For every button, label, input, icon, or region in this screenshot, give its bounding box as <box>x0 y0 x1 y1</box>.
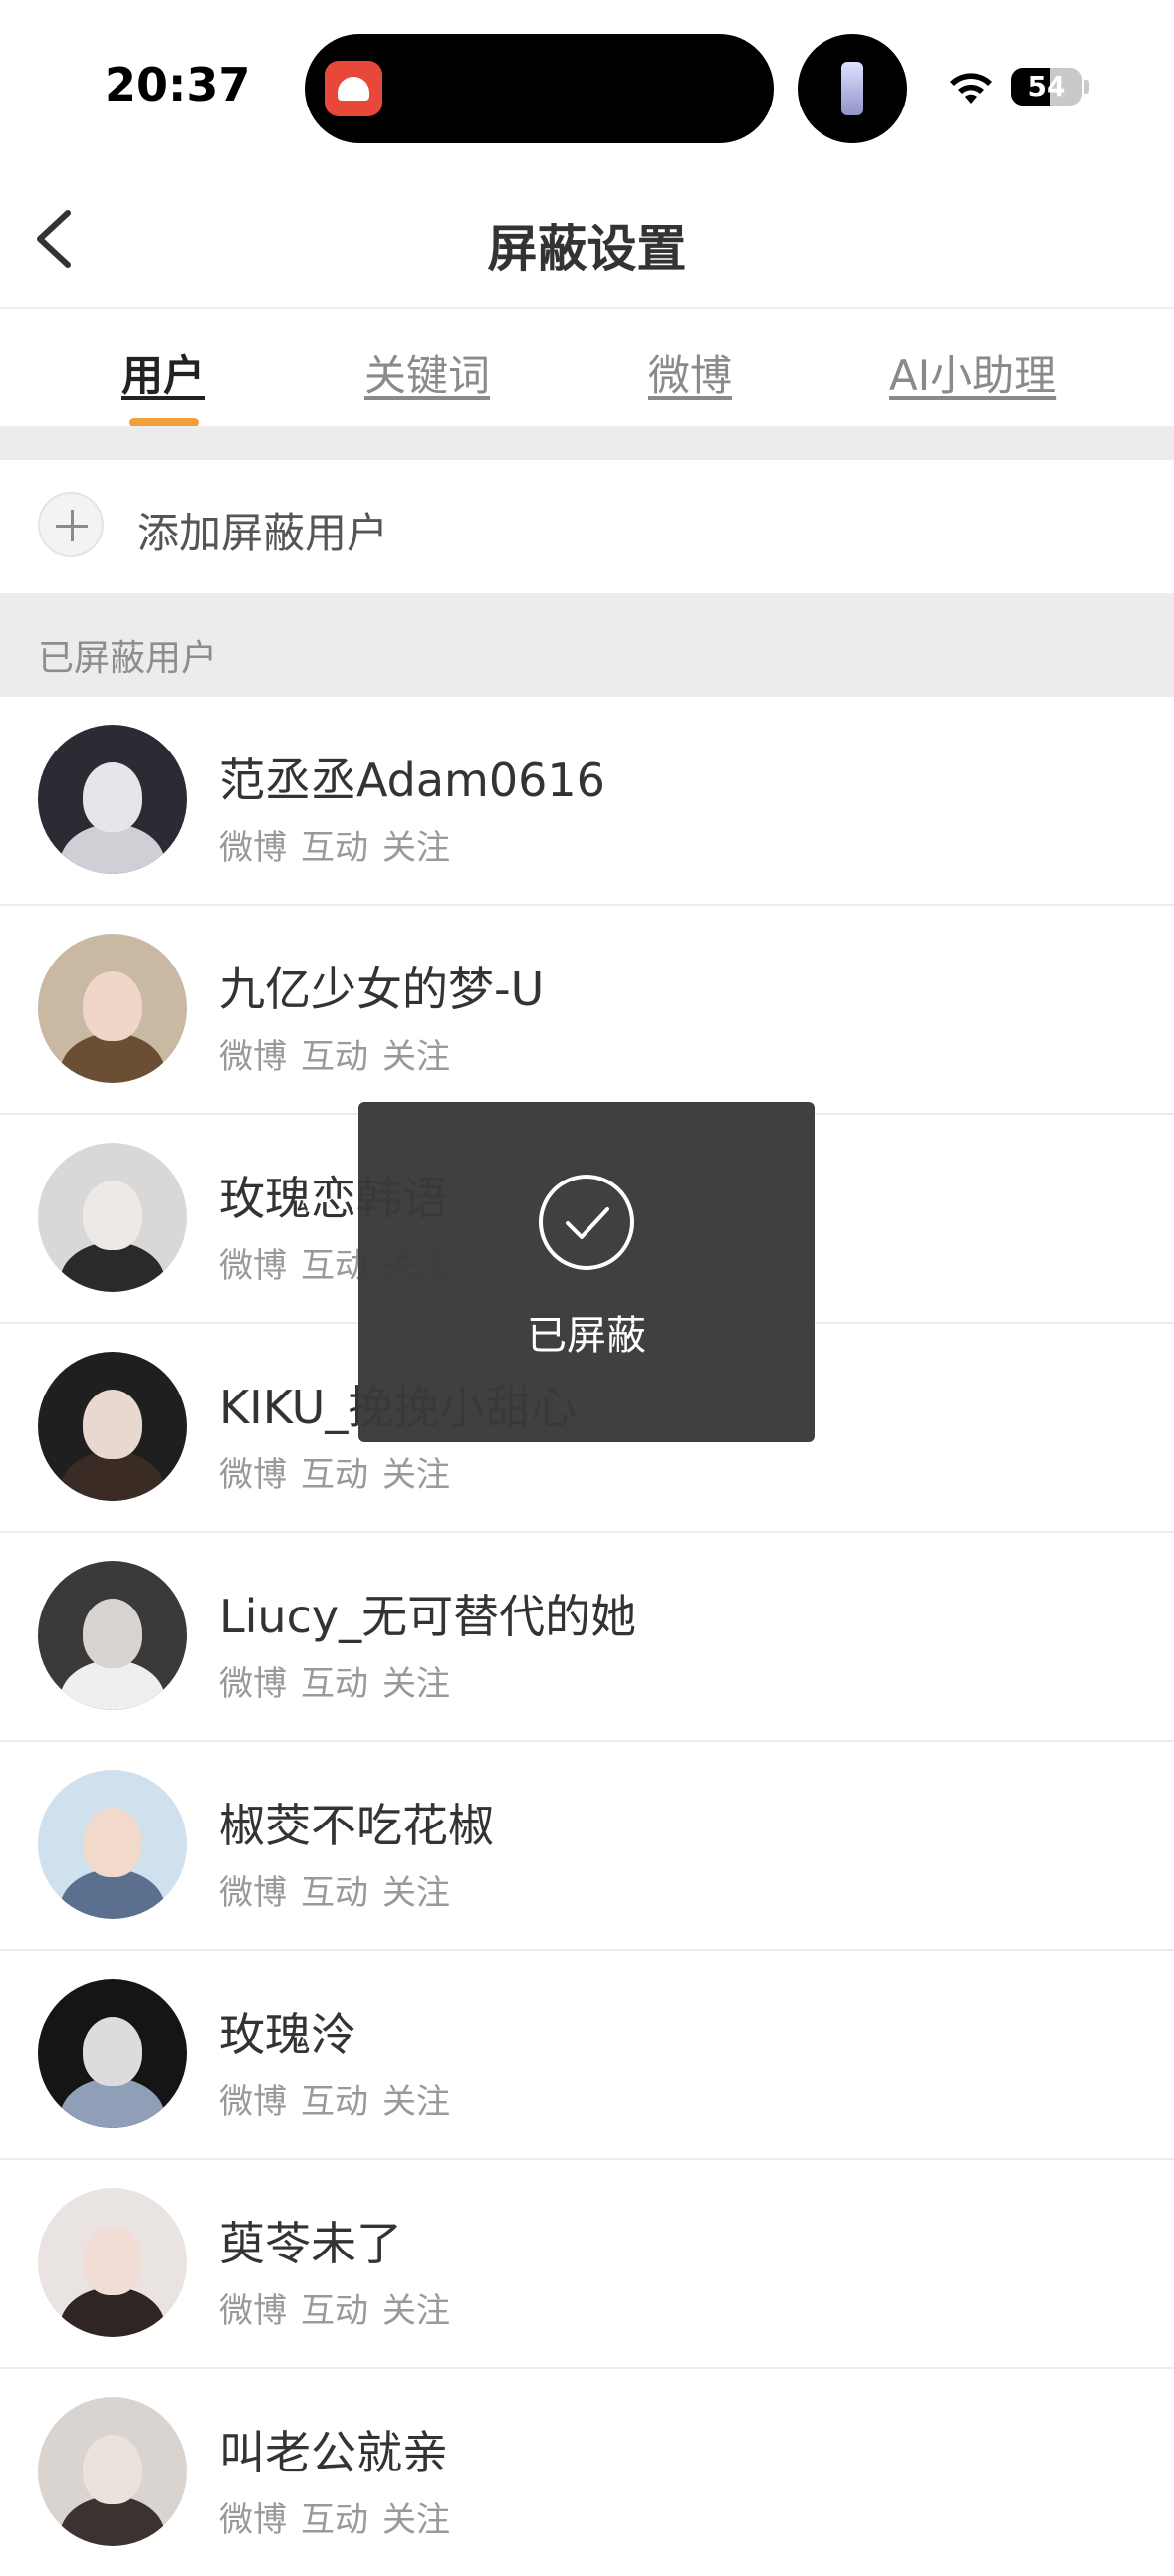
user-meta: 微博互动关注 <box>219 1029 450 1078</box>
tab-ai-assistant[interactable]: AI小助理 <box>889 342 1056 403</box>
section-divider <box>0 426 1174 460</box>
user-meta-tag: 关注 <box>382 2082 450 2122</box>
plus-icon <box>38 492 104 557</box>
user-meta-tag: 关注 <box>382 1873 450 1913</box>
user-meta: 微博互动关注 <box>219 2283 450 2332</box>
tab-keywords[interactable]: 关键词 <box>364 342 490 403</box>
avatar-face <box>83 1181 142 1250</box>
user-meta-tag: 关注 <box>382 2291 450 2331</box>
check-circle-icon <box>539 1175 634 1270</box>
user-row[interactable]: 椒茭不吃花椒微博 互动 关注 <box>0 1740 1174 1949</box>
user-meta-tag: 关注 <box>382 1455 450 1495</box>
avatar-face <box>83 762 142 832</box>
user-meta-tag: 微博 <box>219 1664 287 1704</box>
avatar-face <box>83 1808 142 1877</box>
user-meta-tag: 互动 <box>301 1873 368 1913</box>
user-meta-tag: 微博 <box>219 1246 287 1286</box>
wifi-icon <box>950 73 992 104</box>
avatar-face <box>83 971 142 1041</box>
avatar-face <box>83 2017 142 2086</box>
battery-icon: 54 <box>1011 68 1082 106</box>
section-header-label: 已屏蔽用户 <box>38 638 218 679</box>
avatar[interactable] <box>38 1979 187 2128</box>
user-meta-tag: 微博 <box>219 828 287 868</box>
add-blocked-user-label: 添加屏蔽用户 <box>137 509 389 557</box>
avatar[interactable] <box>38 1352 187 1501</box>
user-meta: 微博互动关注 <box>219 1447 450 1496</box>
avatar[interactable] <box>38 1143 187 1292</box>
avatar-face <box>83 1390 142 1459</box>
user-name: 椒茭不吃花椒 <box>219 1799 494 1852</box>
avatar-face <box>83 2226 142 2295</box>
status-time: 20:37 <box>105 58 251 111</box>
avatar[interactable] <box>38 1561 187 1710</box>
avatar[interactable] <box>38 725 187 874</box>
user-row[interactable]: 萸苓未了微博 互动 关注 <box>0 2158 1174 2367</box>
user-meta-tag: 互动 <box>301 828 368 868</box>
add-blocked-user-button[interactable]: 添加屏蔽用户 <box>0 460 1174 593</box>
user-meta: 微博互动关注 <box>219 2074 450 2123</box>
tab-users[interactable]: 用户 <box>121 342 205 403</box>
battery-level: 54 <box>1027 70 1066 103</box>
user-name: Liucy_无可替代的她 <box>219 1590 637 1643</box>
blocked-user-list: 范丞丞Adam0616 微博 互动 关注 九亿少女的梦-U 微博 互动 关注 玫瑰恋韩语 微博 互动… <box>0 695 1174 2576</box>
user-meta-tag: 互动 <box>301 2082 368 2122</box>
user-meta: 微博互动关注 <box>219 1656 450 1705</box>
avatar[interactable] <box>38 2188 187 2337</box>
avatar[interactable] <box>38 1770 187 1919</box>
nav-bar: 屏蔽设置 <box>0 169 1174 309</box>
user-meta-tag: 微博 <box>219 2500 287 2540</box>
user-meta-tag: 关注 <box>382 1664 450 1704</box>
status-bar: 20:37 54 <box>0 0 1174 169</box>
user-meta-tag: 互动 <box>301 1455 368 1495</box>
flashlight-icon[interactable] <box>798 34 907 143</box>
tab-weibo[interactable]: 微博 <box>648 342 732 403</box>
toast: 已屏蔽 <box>358 1102 815 1442</box>
user-meta-tag: 关注 <box>382 2500 450 2540</box>
avatar[interactable] <box>38 934 187 1083</box>
battery-cap <box>1084 80 1089 94</box>
user-meta-tag: 微博 <box>219 1037 287 1077</box>
user-row[interactable]: Liucy_无可替代的她微博 互动 关注 <box>0 1531 1174 1740</box>
avatar-face <box>83 2435 142 2504</box>
user-meta-tag: 微博 <box>219 1873 287 1913</box>
tab-bar: 用户 关键词 微博 AI小助理 <box>0 309 1174 427</box>
user-meta-tag: 互动 <box>301 2500 368 2540</box>
user-meta: 微博互动关注 <box>219 1865 450 1914</box>
app-activity-icon <box>325 61 382 116</box>
section-header: 已屏蔽用户 <box>0 593 1174 695</box>
user-name: 玫瑰泠 <box>219 2008 356 2061</box>
user-name: 九亿少女的梦-U <box>219 963 545 1016</box>
user-name: 叫老公就亲 <box>219 2426 448 2479</box>
user-row[interactable]: 叫老公就亲微博 互动 关注 <box>0 2367 1174 2576</box>
user-row[interactable]: 玫瑰泠微博 互动 关注 <box>0 1949 1174 2158</box>
user-meta: 微博互动关注 <box>219 820 450 869</box>
user-meta-tag: 微博 <box>219 2082 287 2122</box>
user-row[interactable]: 范丞丞Adam0616 微博 互动 关注 <box>0 695 1174 904</box>
torch-glyph <box>841 62 863 115</box>
user-meta-tag: 互动 <box>301 2291 368 2331</box>
user-meta-tag: 关注 <box>382 1037 450 1077</box>
dynamic-island[interactable] <box>305 34 774 143</box>
user-name: 范丞丞Adam0616 <box>219 753 605 807</box>
user-meta-tag: 微博 <box>219 2291 287 2331</box>
user-meta-tag: 互动 <box>301 1037 368 1077</box>
page-title: 屏蔽设置 <box>487 220 687 278</box>
avatar-face <box>83 1599 142 1668</box>
user-meta-tag: 互动 <box>301 1664 368 1704</box>
user-meta: 微博互动关注 <box>219 2492 450 2541</box>
user-meta-tag: 微博 <box>219 1455 287 1495</box>
user-row[interactable]: 九亿少女的梦-U 微博 互动 关注 <box>0 904 1174 1113</box>
user-meta-tag: 关注 <box>382 828 450 868</box>
toast-message: 已屏蔽 <box>527 1313 646 1359</box>
user-name: 萸苓未了 <box>219 2217 402 2270</box>
avatar[interactable] <box>38 2397 187 2546</box>
